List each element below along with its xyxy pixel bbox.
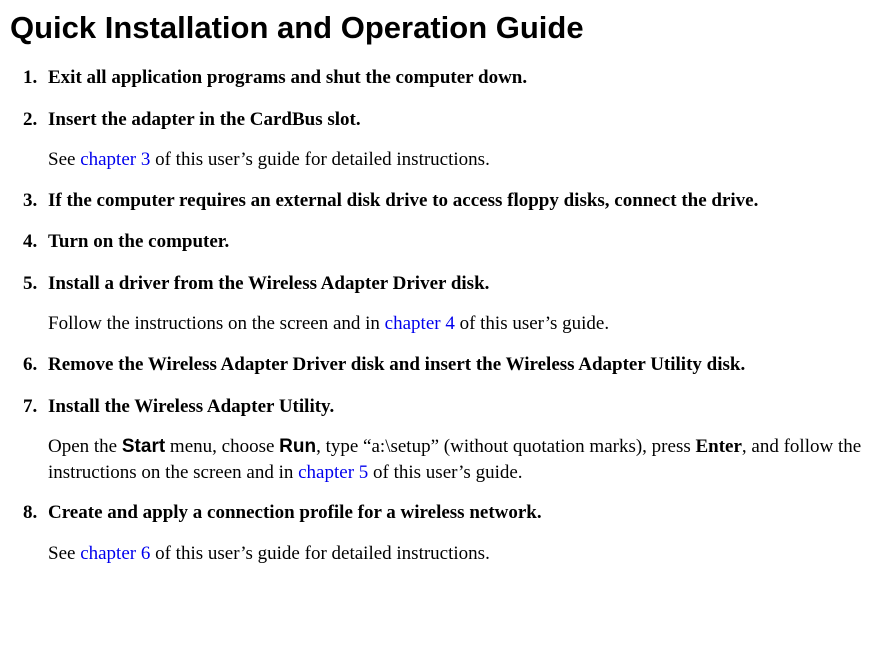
step-4: Turn on the computer. xyxy=(42,228,882,256)
body-text: , type “a:\setup” (without quotation mar… xyxy=(316,436,695,457)
body-text: of this user’s guide for detailed instru… xyxy=(150,149,489,170)
step-body: Open the Start menu, choose Run, type “a… xyxy=(48,434,882,485)
step-7: Install the Wireless Adapter Utility. Op… xyxy=(42,393,882,486)
chapter-link[interactable]: chapter 5 xyxy=(298,462,368,483)
steps-list: Exit all application programs and shut t… xyxy=(10,64,882,567)
chapter-link[interactable]: chapter 3 xyxy=(80,149,150,170)
step-heading: If the computer requires an external dis… xyxy=(48,187,882,215)
page-title: Quick Installation and Operation Guide xyxy=(10,10,882,46)
step-heading: Remove the Wireless Adapter Driver disk … xyxy=(48,351,882,379)
step-heading: Exit all application programs and shut t… xyxy=(48,64,882,92)
body-text: menu, choose xyxy=(165,436,279,457)
step-body: See chapter 3 of this user’s guide for d… xyxy=(48,147,882,173)
body-text: Open the xyxy=(48,436,122,457)
body-text: See xyxy=(48,543,80,564)
step-body: Follow the instructions on the screen an… xyxy=(48,311,882,337)
body-text: See xyxy=(48,149,80,170)
step-5: Install a driver from the Wireless Adapt… xyxy=(42,270,882,337)
step-8: Create and apply a connection profile fo… xyxy=(42,499,882,566)
step-body: See chapter 6 of this user’s guide for d… xyxy=(48,541,882,567)
body-text: of this user’s guide. xyxy=(455,313,609,334)
step-6: Remove the Wireless Adapter Driver disk … xyxy=(42,351,882,379)
body-text: of this user’s guide for detailed instru… xyxy=(150,543,489,564)
step-3: If the computer requires an external dis… xyxy=(42,187,882,215)
ui-label-enter: Enter xyxy=(695,436,741,457)
step-heading: Install a driver from the Wireless Adapt… xyxy=(48,270,882,298)
chapter-link[interactable]: chapter 6 xyxy=(80,543,150,564)
step-1: Exit all application programs and shut t… xyxy=(42,64,882,92)
body-text: Follow the instructions on the screen an… xyxy=(48,313,385,334)
step-heading: Install the Wireless Adapter Utility. xyxy=(48,393,882,421)
ui-label-run: Run xyxy=(279,436,316,457)
step-heading: Turn on the computer. xyxy=(48,228,882,256)
chapter-link[interactable]: chapter 4 xyxy=(385,313,455,334)
body-text: of this user’s guide. xyxy=(368,462,522,483)
step-heading: Create and apply a connection profile fo… xyxy=(48,499,882,527)
ui-label-start: Start xyxy=(122,436,165,457)
step-heading: Insert the adapter in the CardBus slot. xyxy=(48,106,882,134)
step-2: Insert the adapter in the CardBus slot. … xyxy=(42,106,882,173)
